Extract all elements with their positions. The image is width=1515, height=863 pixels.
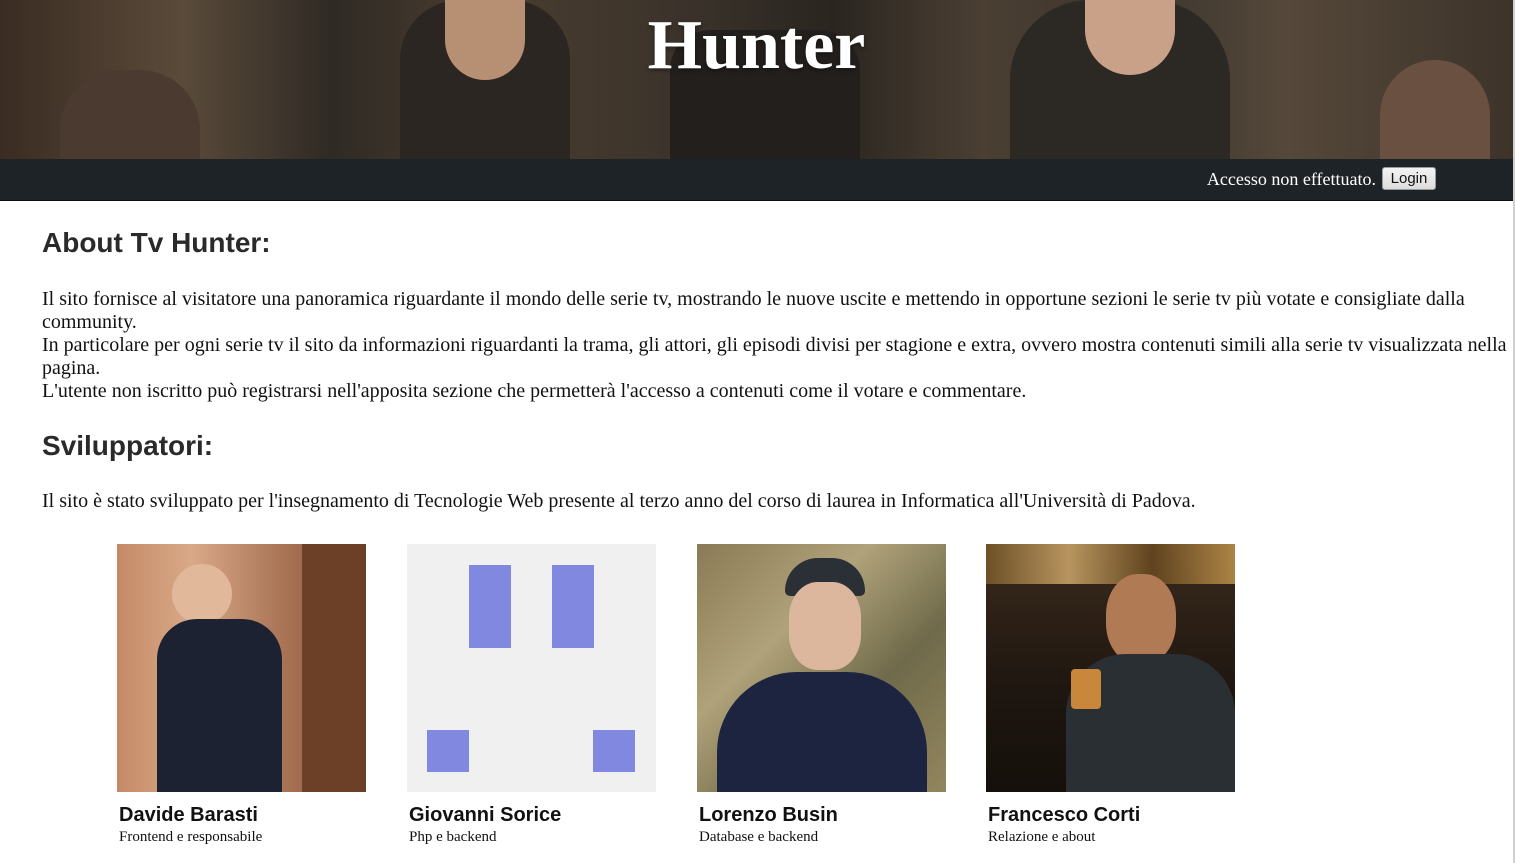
developer-card: Francesco Corti Relazione e about: [986, 544, 1235, 845]
photo-lights: [986, 544, 1235, 584]
about-paragraph-2: In particolare per ogni serie tv il sito…: [42, 334, 1507, 379]
login-button[interactable]: Login: [1382, 167, 1436, 190]
photo-figure: [1106, 574, 1176, 664]
about-heading: About Tv Hunter:: [42, 227, 271, 258]
about-paragraph-1: Il sito fornisce al visitatore una panor…: [42, 288, 1465, 333]
developer-role: Php e backend: [409, 829, 497, 845]
top-navbar: Accesso non effettuato.: [0, 159, 1513, 201]
developer-name: Davide Barasti: [119, 804, 258, 826]
identicon-block: [427, 730, 469, 772]
photo-figure-suit: [157, 619, 282, 792]
developers-heading: Sviluppatori:: [42, 430, 214, 461]
identicon-block: [552, 565, 594, 648]
login-status-text: Accesso non effettuato.: [1206, 169, 1376, 189]
developer-name: Francesco Corti: [988, 804, 1141, 826]
developer-role: Relazione e about: [988, 829, 1096, 845]
identicon-block: [593, 730, 635, 772]
developer-card: Giovanni Sorice Php e backend: [407, 544, 656, 845]
about-paragraph-3: L'utente non iscritto può registrarsi ne…: [42, 380, 1027, 402]
header-banner: Hunter: [0, 0, 1513, 159]
developer-card: Lorenzo Busin Database e backend: [697, 544, 946, 845]
developer-card: Davide Barasti Frontend e responsabile: [117, 544, 366, 845]
site-title: Hunter: [647, 7, 866, 84]
developer-role: Database e backend: [699, 829, 819, 845]
developer-photo: [697, 544, 946, 792]
photo-glass: [1071, 669, 1101, 709]
photo-door: [302, 544, 366, 792]
photo-figure-sweater: [717, 672, 927, 792]
developer-photo: [986, 544, 1235, 792]
identicon-block: [469, 565, 511, 648]
developer-name: Lorenzo Busin: [699, 804, 838, 826]
photo-figure: [789, 582, 861, 670]
developer-name: Giovanni Sorice: [409, 804, 562, 826]
developer-identicon: [407, 544, 656, 792]
developers-intro: Il sito è stato sviluppato per l'insegna…: [42, 490, 1196, 512]
developer-photo: [117, 544, 366, 792]
developer-role: Frontend e responsabile: [119, 829, 263, 845]
photo-figure: [172, 564, 232, 624]
about-text: Il sito fornisce al visitatore una panor…: [42, 288, 1512, 403]
